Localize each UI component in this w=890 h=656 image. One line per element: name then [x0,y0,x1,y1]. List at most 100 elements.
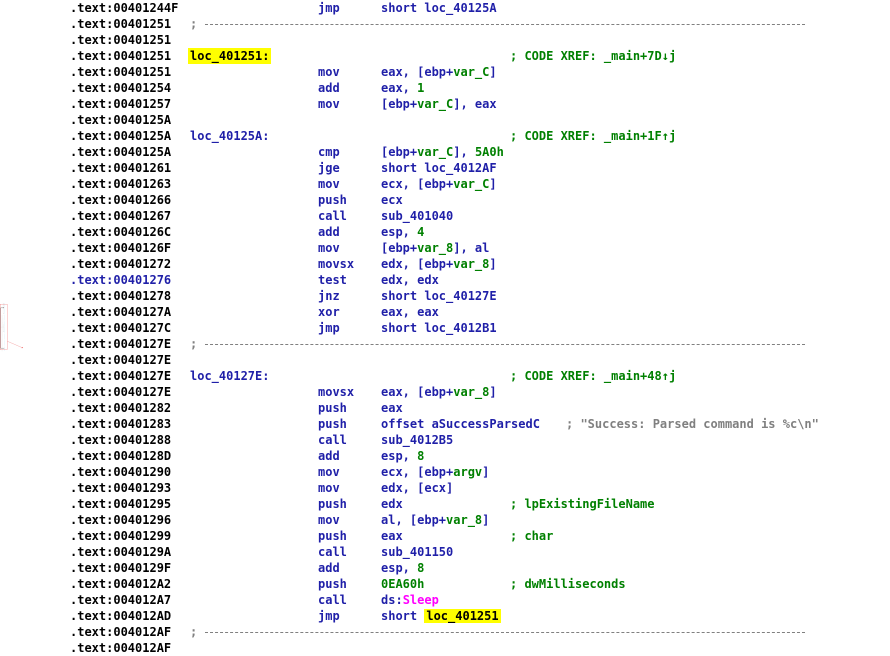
listing-line[interactable]: .text:00401276testedx, edx [0,272,890,288]
address: .text:0040127E [70,368,171,384]
listing-line[interactable]: .text:00401288callsub_4012B5 [0,432,890,448]
operand-part: var_8 [417,241,453,255]
address: .text:00401296 [70,512,171,528]
listing-line[interactable]: .text:00401266pushecx [0,192,890,208]
operands[interactable]: esp, 8 [381,560,424,576]
listing-line[interactable]: .text:004012A7callds:Sleep [0,592,890,608]
operands[interactable]: [ebp+var_C], eax [381,96,497,112]
address: .text:0040125A [70,144,171,160]
listing-line[interactable]: .text:00401296moval, [ebp+var_8] [0,512,890,528]
operands[interactable]: short loc_40125A [381,0,497,16]
listing-line[interactable]: .text:00401293movedx, [ecx] [0,480,890,496]
listing-line[interactable]: .text:00401272movsxedx, [ebp+var_8] [0,256,890,272]
listing-line[interactable]: .text:0040126Fmov[ebp+var_8], al [0,240,890,256]
operands[interactable]: ecx, [ebp+var_C] [381,176,497,192]
listing-line[interactable]: .text:00401257mov[ebp+var_C], eax [0,96,890,112]
operand-part: eax [381,401,403,415]
listing-line[interactable]: .text:0040129Faddesp, 8 [0,560,890,576]
operand-part: 8 [417,449,424,463]
listing-line[interactable]: .text:0040125Aloc_40125A:; CODE XREF: _m… [0,128,890,144]
operand-part: ] [489,65,496,79]
listing-line[interactable]: .text:0040129Acallsub_401150 [0,544,890,560]
operands[interactable]: eax, eax [381,304,439,320]
operand-part: sub_4012B5 [381,433,453,447]
listing-line[interactable]: .text:00401251moveax, [ebp+var_C] [0,64,890,80]
address: .text:00401276 [70,272,171,288]
code-label[interactable]: loc_40127E: [190,368,269,384]
mnemonic: call [318,208,347,224]
operands[interactable]: eax, [ebp+var_8] [381,384,497,400]
listing-line[interactable]: .text:00401254addeax, 1 [0,80,890,96]
operands[interactable]: eax [381,400,403,416]
operands[interactable]: esp, 4 [381,224,424,240]
listing-line[interactable]: .text:00401278 jnz short loc_40127E [0,288,890,304]
operand-part: ], [453,145,475,159]
listing-line[interactable]: .text:00401251 [0,32,890,48]
listing-line[interactable]: .text:00401299pusheax; char [0,528,890,544]
operands[interactable]: sub_401150 [381,544,453,560]
listing-line[interactable]: .text:00401244Fjmpshort loc_40125A [0,0,890,16]
listing-line[interactable]: .text:00401290movecx, [ebp+argv] [0,464,890,480]
listing-line[interactable]: .text:0040128Daddesp, 8 [0,448,890,464]
operand-part: var_8 [453,257,489,271]
listing-line[interactable]: .text:00401283pushoffset aSuccessParsedC… [0,416,890,432]
listing-line[interactable]: .text:0040125Acmp[ebp+var_C], 5A0h [0,144,890,160]
operands[interactable]: short loc_40127E [381,288,497,304]
mnemonic: push [318,416,347,432]
operands[interactable]: edx, [ecx] [381,480,453,496]
operands[interactable]: edx [381,496,403,512]
operand-part: Sleep [403,593,439,607]
listing-line[interactable]: .text:0040127Emovsxeax, [ebp+var_8] [0,384,890,400]
address: .text:00401278 [70,288,171,304]
disassembly-listing[interactable]: .text:00401244Fjmpshort loc_40125A.text:… [0,0,890,654]
operands[interactable]: ecx, [ebp+argv] [381,464,489,480]
operands[interactable]: 0EA60h [381,576,424,592]
operands[interactable]: edx, edx [381,272,439,288]
operands[interactable]: ds:Sleep [381,592,439,608]
listing-line[interactable]: .text:00401295pushedx; lpExistingFileNam… [0,496,890,512]
listing-line[interactable]: .text:00401263movecx, [ebp+var_C] [0,176,890,192]
operands[interactable]: short loc_4012B1 [381,320,497,336]
mnemonic: jnz [318,288,340,304]
listing-line[interactable]: .text:0040127Axoreax, eax [0,304,890,320]
listing-line[interactable]: .text:0040127Eloc_40127E:; CODE XREF: _m… [0,368,890,384]
listing-line[interactable]: .text:0040127E [0,352,890,368]
mnemonic: add [318,560,340,576]
listing-line[interactable]: .text:0040126Caddesp, 4 [0,224,890,240]
listing-line[interactable]: .text:00401267callsub_401040 [0,208,890,224]
operands[interactable]: eax, [ebp+var_C] [381,64,497,80]
code-label[interactable]: loc_401251: [188,48,271,64]
listing-line[interactable]: .text:0040125A [0,112,890,128]
address: .text:00401299 [70,528,171,544]
listing-line[interactable]: .text:0040127Cjmpshort loc_4012B1 [0,320,890,336]
operands[interactable]: short loc_401251 [381,608,501,624]
operands[interactable]: offset aSuccessParsedC [381,416,540,432]
mnemonic: add [318,80,340,96]
listing-line[interactable]: .text:004012A2push0EA60h; dwMilliseconds [0,576,890,592]
listing-line[interactable]: .text:00401282pusheax [0,400,890,416]
operands[interactable]: eax [381,528,403,544]
listing-line[interactable]: .text:0040127E; [0,336,890,352]
operands[interactable]: short loc_4012AF [381,160,497,176]
operands[interactable]: eax, 1 [381,80,424,96]
listing-line[interactable]: .text:00401251loc_401251:; CODE XREF: _m… [0,48,890,64]
address: .text:0040128D [70,448,171,464]
listing-line[interactable]: .text:004012ADjmpshort loc_401251 [0,608,890,624]
operands[interactable]: sub_4012B5 [381,432,453,448]
operands[interactable]: al, [ebp+var_8] [381,512,489,528]
operands[interactable]: ecx [381,192,403,208]
operands[interactable]: [ebp+var_8], al [381,240,489,256]
listing-line[interactable]: .text:004012AF; [0,624,890,640]
operand-part: edx, edx [381,273,439,287]
separator: ; [190,624,197,640]
operands[interactable]: esp, 8 [381,448,424,464]
comment: ; dwMilliseconds [510,576,626,592]
operands[interactable]: edx, [ebp+var_8] [381,256,497,272]
address: .text:0040127A [70,304,171,320]
listing-line[interactable]: .text:00401261jgeshort loc_4012AF [0,160,890,176]
code-label[interactable]: loc_40125A: [190,128,269,144]
operands[interactable]: [ebp+var_C], 5A0h [381,144,504,160]
mnemonic: mov [318,64,340,80]
listing-line[interactable]: .text:00401251; [0,16,890,32]
operands[interactable]: sub_401040 [381,208,453,224]
